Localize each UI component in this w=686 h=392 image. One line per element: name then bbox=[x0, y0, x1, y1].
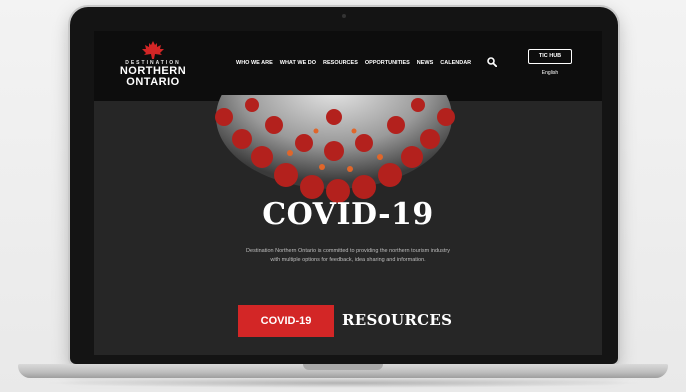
covid-19-button[interactable]: COVID-19 bbox=[238, 305, 334, 337]
laptop-screen: DESTINATION NORTHERN ONTARIO WHO WE ARE … bbox=[94, 31, 602, 355]
nav-item-what-we-do[interactable]: WHAT WE DO bbox=[280, 60, 316, 66]
language-switch[interactable]: English bbox=[534, 70, 566, 76]
resources-heading: RESOURCES bbox=[342, 311, 453, 329]
nav-item-opportunities[interactable]: OPPORTUNITIES bbox=[365, 60, 410, 66]
laptop-notch bbox=[303, 364, 383, 370]
site-header: DESTINATION NORTHERN ONTARIO WHO WE ARE … bbox=[94, 31, 602, 101]
webcam bbox=[342, 14, 346, 18]
logo-line-2: ONTARIO bbox=[126, 76, 180, 88]
nav-item-calendar[interactable]: CALENDAR bbox=[440, 60, 471, 66]
page-title: COVID-19 bbox=[262, 197, 434, 232]
laptop-shadow bbox=[40, 378, 646, 388]
site-logo[interactable]: DESTINATION NORTHERN ONTARIO bbox=[112, 41, 194, 93]
nav-item-who-we-are[interactable]: WHO WE ARE bbox=[236, 60, 273, 66]
coronavirus-image bbox=[215, 95, 455, 203]
laptop-frame: DESTINATION NORTHERN ONTARIO WHO WE ARE … bbox=[70, 7, 618, 364]
hero-section: COVID-19 Destination Northern Ontario is… bbox=[94, 95, 602, 355]
nav-item-resources[interactable]: RESOURCES bbox=[323, 60, 358, 66]
maple-leaf-icon bbox=[142, 41, 164, 59]
search-icon[interactable] bbox=[487, 57, 497, 67]
tic-hub-button[interactable]: TIC HUB bbox=[528, 49, 572, 64]
hero-description: Destination Northern Ontario is committe… bbox=[246, 248, 450, 263]
nav-item-news[interactable]: NEWS bbox=[417, 60, 434, 66]
main-nav: WHO WE ARE WHAT WE DO RESOURCES OPPORTUN… bbox=[236, 60, 471, 66]
laptop-base bbox=[18, 364, 668, 378]
